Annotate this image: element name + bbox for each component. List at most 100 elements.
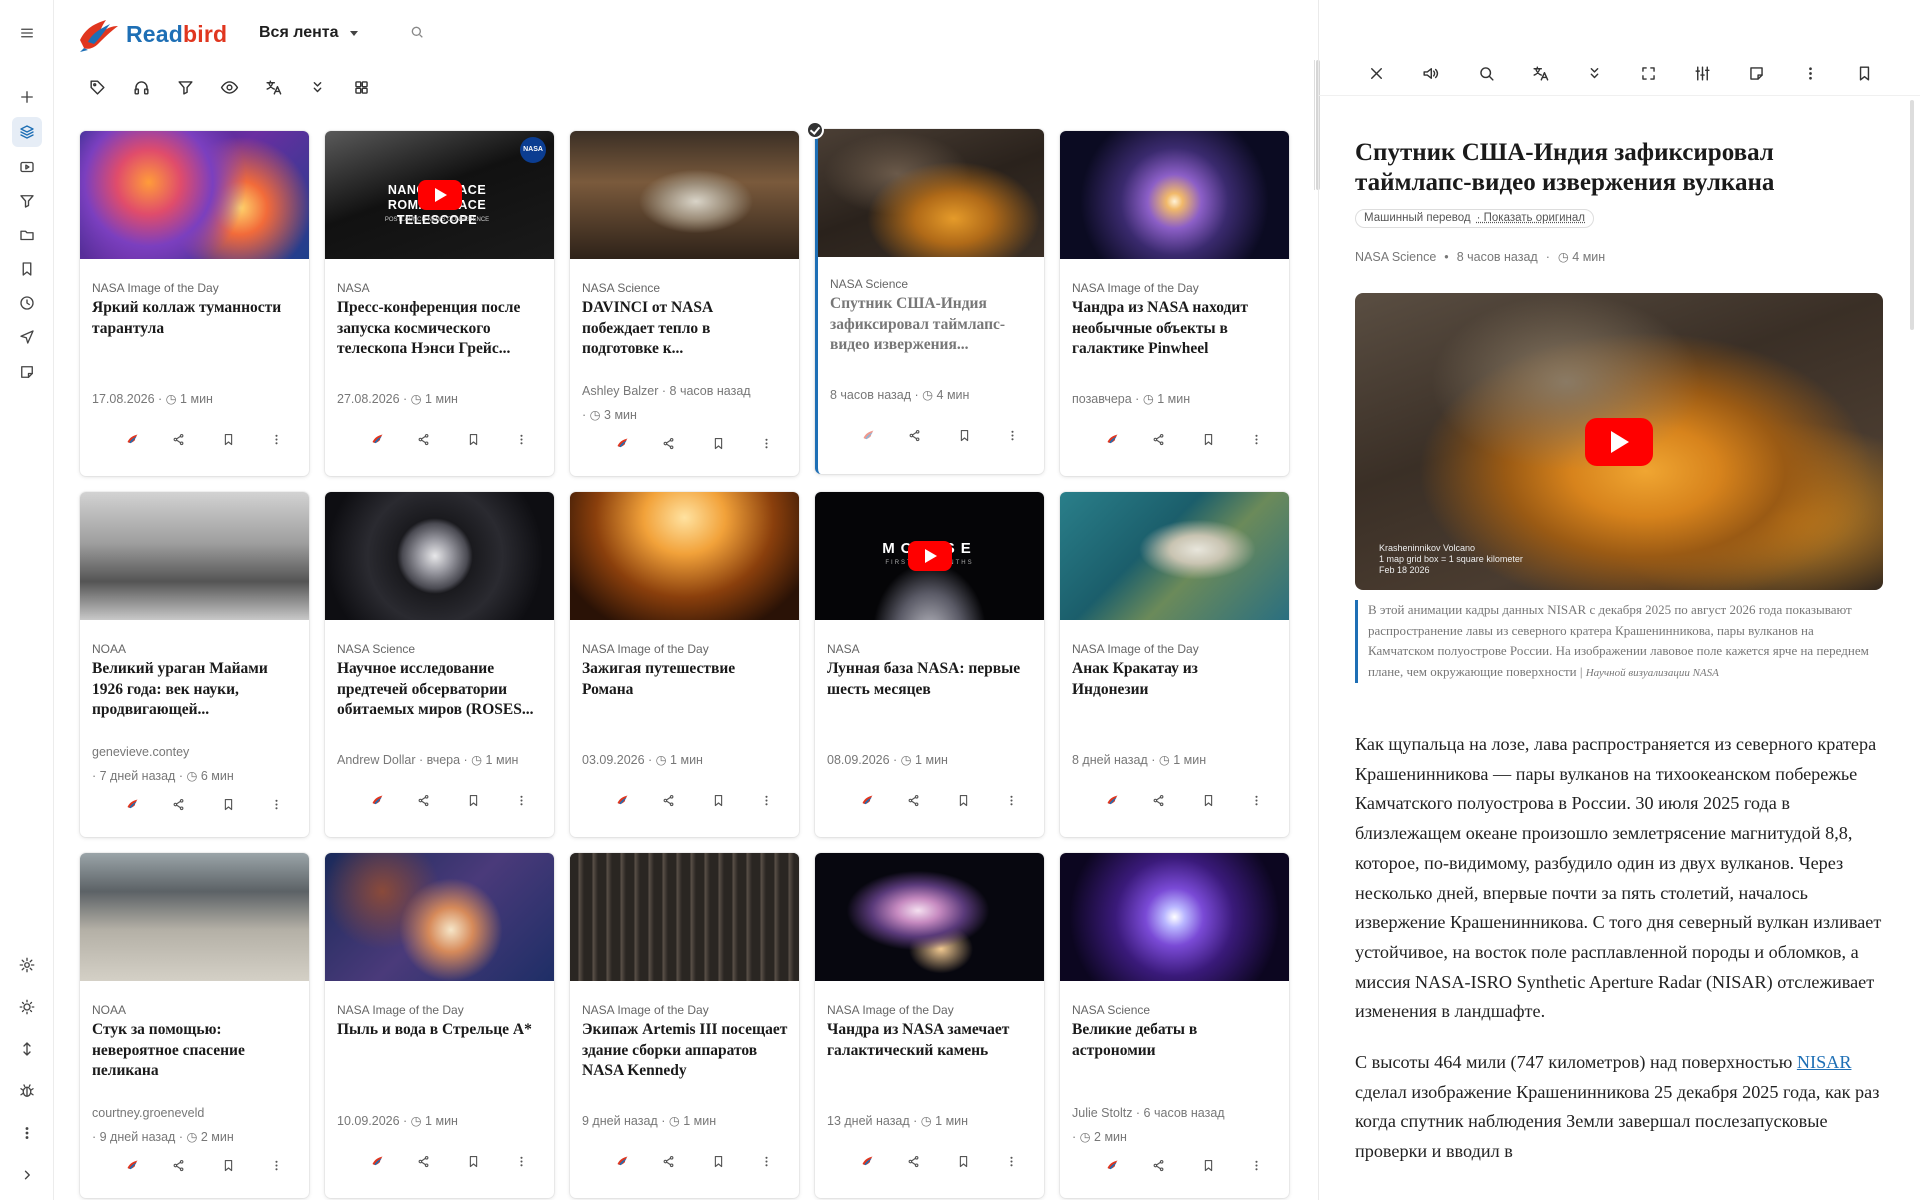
bird-icon[interactable] [365, 427, 389, 451]
history-icon[interactable] [12, 288, 42, 318]
card-title[interactable]: Спутник США-Индия зафиксировал таймлапс-… [830, 294, 1036, 356]
article-card[interactable]: NASA Image of the Day Яркий коллаж туман… [80, 131, 309, 476]
bird-icon[interactable] [855, 788, 879, 812]
share-icon[interactable] [1146, 788, 1170, 812]
tag-icon[interactable] [82, 72, 112, 102]
reader-scrollbar[interactable] [1910, 100, 1914, 330]
note-icon[interactable] [12, 357, 42, 387]
share-icon[interactable] [411, 427, 435, 451]
expand-icon[interactable] [12, 1160, 42, 1190]
bookmark-icon[interactable] [706, 1149, 730, 1173]
article-card[interactable]: NASA Image of the Day Чандра из NASA нах… [1060, 131, 1289, 476]
card-title[interactable]: Лунная база NASA: первые шесть месяцев [827, 659, 1033, 700]
more-icon[interactable] [264, 427, 288, 451]
play-button[interactable] [1585, 417, 1653, 466]
theme-icon[interactable] [12, 992, 42, 1022]
settings-icon[interactable] [12, 950, 42, 980]
filter-icon[interactable] [12, 186, 42, 216]
send-icon[interactable] [12, 322, 42, 352]
grid-view-icon[interactable] [346, 72, 376, 102]
bird-icon[interactable] [856, 423, 880, 447]
headphones-icon[interactable] [126, 72, 156, 102]
layers-icon[interactable] [12, 117, 42, 147]
share-icon[interactable] [1146, 1153, 1170, 1177]
chevrons-down-icon[interactable] [1579, 58, 1609, 88]
bookmark-icon[interactable] [1196, 788, 1220, 812]
card-title[interactable]: Стук за помощью: невероятное спасение пе… [92, 1020, 298, 1082]
card-title[interactable]: Анак Кракатау из Индонезии [1072, 659, 1278, 700]
bookmark-icon[interactable] [951, 788, 975, 812]
bird-icon[interactable] [120, 1153, 144, 1177]
filter-icon[interactable] [170, 72, 200, 102]
bookmark-icon[interactable] [12, 254, 42, 284]
share-icon[interactable] [1146, 427, 1170, 451]
article-source[interactable]: NASA Science [1355, 250, 1436, 264]
note-icon[interactable] [1741, 58, 1771, 88]
card-title[interactable]: Пресс-конференция после запуска космичес… [337, 298, 543, 360]
more-icon[interactable] [1244, 1153, 1268, 1177]
share-icon[interactable] [901, 788, 925, 812]
card-title[interactable]: Научное исследование предтечей обсервато… [337, 659, 543, 721]
bird-icon[interactable] [1100, 427, 1124, 451]
more-icon[interactable] [1244, 427, 1268, 451]
bug-icon[interactable] [12, 1076, 42, 1106]
article-card[interactable]: NOAA Стук за помощью: невероятное спасен… [80, 853, 309, 1198]
more-icon[interactable] [12, 1118, 42, 1148]
video-icon[interactable] [12, 152, 42, 182]
bird-icon[interactable] [610, 788, 634, 812]
bird-icon[interactable] [365, 1149, 389, 1173]
folder-icon[interactable] [12, 220, 42, 250]
share-icon[interactable] [166, 1153, 190, 1177]
more-icon[interactable] [754, 788, 778, 812]
sort-icon[interactable] [12, 1034, 42, 1064]
play-button[interactable] [417, 180, 462, 210]
article-card[interactable]: NASA Image of the Day Анак Кракатау из И… [1060, 492, 1289, 837]
readbird-logo[interactable]: Readbird [76, 14, 227, 54]
bookmark-icon[interactable] [461, 427, 485, 451]
bookmark-icon[interactable] [952, 423, 976, 447]
bird-icon[interactable] [855, 1149, 879, 1173]
eye-icon[interactable] [214, 72, 244, 102]
search-icon[interactable] [1471, 58, 1501, 88]
bookmark-icon[interactable] [951, 1149, 975, 1173]
bird-icon[interactable] [120, 427, 144, 451]
search-button[interactable] [409, 24, 425, 45]
more-icon[interactable] [754, 431, 778, 455]
more-icon[interactable] [509, 1149, 533, 1173]
bird-icon[interactable] [610, 1149, 634, 1173]
sliders-icon[interactable] [1687, 58, 1717, 88]
card-title[interactable]: DAVINCI от NASA побеждает тепло в подгот… [582, 298, 788, 360]
share-icon[interactable] [411, 788, 435, 812]
bookmark-icon[interactable] [706, 431, 730, 455]
card-title[interactable]: Зажигая путешествие Романа [582, 659, 788, 700]
more-icon[interactable] [999, 1149, 1023, 1173]
nisar-link[interactable]: NISAR [1797, 1052, 1852, 1072]
card-title[interactable]: Яркий коллаж туманности тарантула [92, 298, 298, 339]
bookmark-icon[interactable] [461, 1149, 485, 1173]
card-title[interactable]: Великие дебаты в астрономии [1072, 1020, 1278, 1061]
bird-icon[interactable] [365, 788, 389, 812]
add-icon[interactable] [12, 82, 42, 112]
more-icon[interactable] [509, 788, 533, 812]
bookmark-icon[interactable] [216, 427, 240, 451]
share-icon[interactable] [656, 788, 680, 812]
article-card[interactable]: NASA Image of the Day Экипаж Artemis III… [570, 853, 799, 1198]
share-icon[interactable] [902, 423, 926, 447]
speaker-icon[interactable] [1415, 58, 1445, 88]
card-title[interactable]: Экипаж Artemis III посещает здание сборк… [582, 1020, 788, 1082]
fullscreen-icon[interactable] [1633, 58, 1663, 88]
menu-icon[interactable] [12, 18, 42, 48]
translate-icon[interactable] [1525, 58, 1555, 88]
chevrons-down-icon[interactable] [302, 72, 332, 102]
bird-icon[interactable] [120, 792, 144, 816]
share-icon[interactable] [656, 431, 680, 455]
play-button[interactable] [907, 541, 952, 571]
article-card[interactable]: NASA Science Великие дебаты в астрономии… [1060, 853, 1289, 1198]
more-icon[interactable] [1795, 58, 1825, 88]
share-icon[interactable] [411, 1149, 435, 1173]
article-card[interactable]: NASA Image of the Day Пыль и вода в Стре… [325, 853, 554, 1198]
more-icon[interactable] [1244, 788, 1268, 812]
bookmark-icon[interactable] [706, 788, 730, 812]
bookmark-icon[interactable] [1196, 427, 1220, 451]
article-card[interactable]: NASA Image of the Day Зажигая путешестви… [570, 492, 799, 837]
